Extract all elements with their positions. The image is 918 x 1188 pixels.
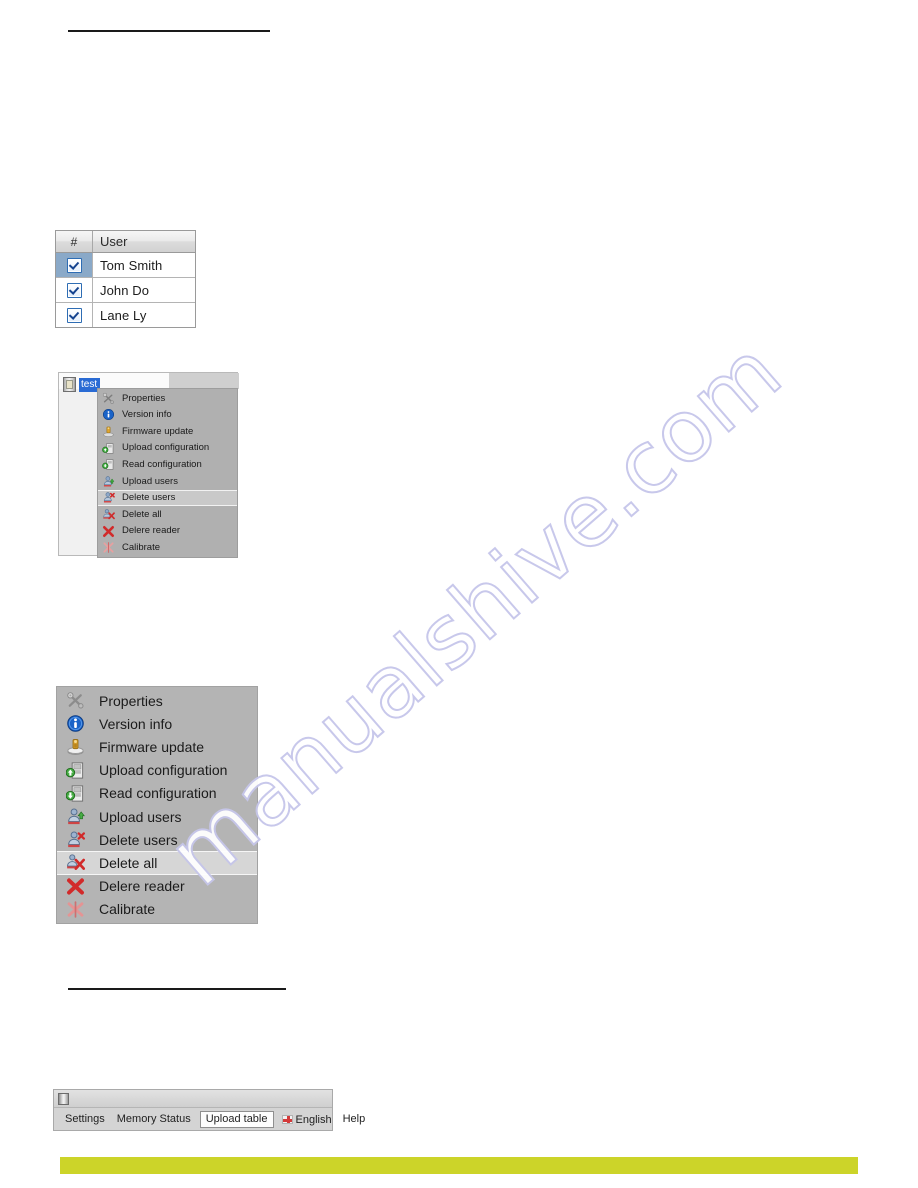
tab-filler (170, 373, 239, 389)
menu-item-label: Delete all (99, 854, 158, 871)
user-table-header: # User (56, 230, 195, 253)
user-name-cell[interactable]: Lane Ly (93, 303, 195, 327)
menu-item-label: Properties (122, 392, 166, 404)
menu-item-label: Delete users (122, 492, 176, 504)
wrench-screwdriver-icon (102, 392, 115, 405)
menu-item-settings[interactable]: Settings (59, 1111, 111, 1128)
checkbox-checked-icon[interactable] (66, 257, 82, 273)
menu-item-label: Delete users (99, 831, 178, 848)
menu-item-memory-status[interactable]: Memory Status (111, 1111, 197, 1128)
menu-item-label: Read configuration (99, 785, 217, 802)
flag-icon (281, 1115, 293, 1124)
menu-item-delete-users[interactable]: Delete users (57, 828, 257, 851)
upload-users-icon (102, 475, 115, 488)
wrench-screwdriver-icon (66, 691, 85, 710)
delete-all-icon (66, 853, 85, 872)
menubar: Settings Memory Status Upload table Engl… (54, 1108, 365, 1131)
upload-configuration-icon (102, 442, 115, 455)
menu-item-properties[interactable]: Properties (57, 689, 257, 712)
menu-item-upload-users[interactable]: Upload users (57, 805, 257, 828)
reader-device-icon (63, 377, 76, 392)
menu-item-upload-configuration[interactable]: Upload configuration (98, 440, 237, 457)
menu-item-delete-reader[interactable]: Delere reader (57, 875, 257, 898)
firmware-chip-icon (102, 425, 115, 438)
menu-item-label: Upload configuration (122, 442, 210, 454)
context-menu-large: Properties Version info Firmware update … (56, 686, 258, 924)
menu-item-version-info[interactable]: Version info (98, 407, 237, 424)
read-configuration-icon (66, 784, 85, 803)
delete-reader-icon (102, 525, 115, 538)
column-header-number[interactable]: # (56, 231, 93, 252)
menu-item-calibrate[interactable]: Calibrate (57, 898, 257, 921)
application-toolbar-window: Settings Memory Status Upload table Engl… (53, 1089, 365, 1131)
menu-item-label: Upload configuration (99, 762, 228, 779)
blue-info-icon (102, 408, 115, 421)
menu-item-label: Calibrate (122, 541, 161, 553)
menu-item-label: Upload users (99, 808, 182, 825)
user-name-cell[interactable]: John Do (93, 278, 195, 302)
context-menu-small: Properties Version info Firmware update … (97, 388, 238, 558)
checkbox-checked-icon[interactable] (66, 307, 82, 323)
menu-item-label: Delete all (122, 508, 162, 520)
menu-item-upload-table[interactable]: Upload table (199, 1111, 274, 1128)
language-label: English (295, 1113, 332, 1126)
row-checkbox-cell[interactable] (56, 253, 93, 277)
table-row[interactable]: Tom Smith (56, 253, 195, 278)
window-titlebar (54, 1090, 332, 1108)
menu-item-properties[interactable]: Properties (98, 390, 237, 407)
delete-users-icon (102, 491, 115, 504)
calibrate-icon (102, 541, 115, 554)
menu-item-label: Delere reader (99, 878, 185, 895)
menu-item-label: Version info (122, 409, 172, 421)
language-selector[interactable]: English (277, 1112, 337, 1128)
menu-item-label: Version info (99, 715, 173, 732)
menu-item-delete-all[interactable]: Delete all (98, 506, 237, 523)
calibrate-icon (66, 900, 85, 919)
accent-band (60, 1157, 858, 1174)
menu-item-label: Firmware update (122, 425, 194, 437)
menu-item-upload-configuration[interactable]: Upload configuration (57, 759, 257, 782)
menu-item-version-info[interactable]: Version info (57, 712, 257, 735)
menu-item-upload-users[interactable]: Upload users (98, 473, 237, 490)
row-checkbox-cell[interactable] (56, 303, 93, 327)
menu-item-help[interactable]: Help (337, 1111, 372, 1128)
read-configuration-icon (102, 458, 115, 471)
user-name-cell[interactable]: Tom Smith (93, 253, 195, 277)
upload-configuration-icon (66, 761, 85, 780)
menu-item-read-configuration[interactable]: Read configuration (98, 456, 237, 473)
column-header-user[interactable]: User (93, 231, 195, 252)
menu-item-firmware-update[interactable]: Firmware update (98, 423, 237, 440)
menu-item-label: Calibrate (99, 901, 156, 918)
horizontal-rule-lower (68, 988, 286, 990)
menu-item-label: Properties (99, 692, 163, 709)
menu-item-delete-reader[interactable]: Delere reader (98, 523, 237, 540)
device-tree-item[interactable]: test (63, 377, 101, 392)
delete-users-icon (66, 830, 85, 849)
checkbox-checked-icon[interactable] (66, 282, 82, 298)
page-watermark: manualshive.com (0, 0, 918, 1188)
user-table: # User Tom Smith John Do Lane Ly (55, 230, 196, 328)
table-row[interactable]: John Do (56, 278, 195, 303)
menu-item-firmware-update[interactable]: Firmware update (57, 735, 257, 758)
menu-item-calibrate[interactable]: Calibrate (98, 539, 237, 556)
upload-users-icon (66, 807, 85, 826)
table-row[interactable]: Lane Ly (56, 303, 195, 327)
row-checkbox-cell[interactable] (56, 278, 93, 302)
blue-info-icon (66, 714, 85, 733)
menu-item-delete-users[interactable]: Delete users (98, 489, 237, 507)
menu-item-label: Firmware update (99, 738, 205, 755)
menu-item-label: Read configuration (122, 458, 202, 470)
firmware-chip-icon (66, 737, 85, 756)
menu-item-label: Upload users (122, 475, 178, 487)
menu-item-read-configuration[interactable]: Read configuration (57, 782, 257, 805)
delete-reader-icon (66, 877, 85, 896)
menu-item-label: Delere reader (122, 525, 181, 537)
delete-all-icon (102, 508, 115, 521)
horizontal-rule-top (68, 30, 270, 32)
menu-item-delete-all[interactable]: Delete all (57, 851, 257, 875)
application-icon (58, 1092, 69, 1105)
